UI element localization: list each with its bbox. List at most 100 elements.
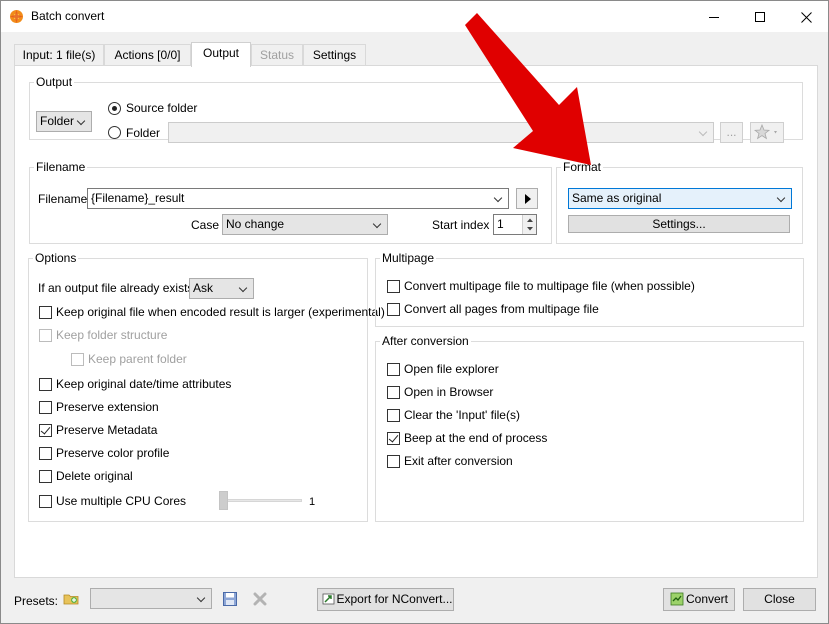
options-group: Options If an output file already exists… bbox=[28, 251, 385, 522]
format-select[interactable]: Same as original bbox=[568, 188, 792, 209]
preserve-metadata-label: Preserve Metadata bbox=[56, 423, 158, 437]
format-settings-button[interactable]: Settings... bbox=[568, 215, 790, 233]
clear-input-files-label: Clear the 'Input' file(s) bbox=[404, 408, 520, 422]
format-group: Format Same as original Settings... bbox=[556, 160, 803, 244]
chevron-down-icon bbox=[196, 589, 208, 608]
multiple-cpu-label: Use multiple CPU Cores bbox=[56, 494, 187, 508]
export-icon bbox=[322, 593, 335, 605]
tab-status: Status bbox=[251, 44, 303, 66]
if-exists-value: Ask bbox=[193, 281, 214, 295]
window-title: Batch convert bbox=[31, 9, 105, 23]
presets-select[interactable] bbox=[90, 588, 212, 609]
multipage-convert-label: Convert multipage file to multipage file… bbox=[404, 279, 695, 293]
save-preset-icon[interactable] bbox=[222, 591, 238, 607]
delete-original-checkbox[interactable] bbox=[39, 470, 52, 483]
multiple-cpu-checkbox[interactable] bbox=[39, 495, 52, 508]
folder-label: Folder bbox=[126, 126, 161, 140]
filename-group-label: Filename bbox=[34, 160, 88, 174]
chevron-down-icon bbox=[372, 215, 384, 234]
output-type-select[interactable]: Folder bbox=[36, 111, 92, 132]
open-preset-folder-icon[interactable] bbox=[63, 590, 81, 608]
beep-at-end-checkbox[interactable] bbox=[387, 432, 400, 445]
options-group-label: Options bbox=[33, 251, 79, 265]
spin-arrows-icon bbox=[527, 218, 533, 231]
spin-buttons[interactable] bbox=[522, 215, 536, 234]
star-icon bbox=[754, 124, 777, 140]
convert-all-pages-checkbox[interactable] bbox=[387, 303, 400, 316]
delete-preset-icon bbox=[252, 591, 268, 607]
start-index-label: Start index bbox=[432, 218, 490, 232]
if-exists-label: If an output file already exists bbox=[38, 281, 194, 295]
app-icon bbox=[9, 9, 24, 24]
multipage-group-label: Multipage bbox=[380, 251, 437, 265]
chevron-down-icon bbox=[493, 189, 505, 208]
cpu-slider-track[interactable] bbox=[222, 499, 302, 502]
minimize-button[interactable] bbox=[691, 1, 737, 32]
tab-input[interactable]: Input: 1 file(s) bbox=[14, 44, 104, 66]
output-group: Output Folder Source folder Folder ... bbox=[29, 75, 803, 143]
favorites-button bbox=[750, 122, 784, 143]
delete-original-label: Delete original bbox=[56, 469, 133, 483]
keep-folder-structure-checkbox bbox=[39, 329, 52, 342]
browse-folder-button: ... bbox=[720, 122, 743, 143]
tab-output[interactable]: Output bbox=[191, 42, 251, 67]
preserve-extension-checkbox[interactable] bbox=[39, 401, 52, 414]
filename-group: Filename Filename {Filename}_result Case… bbox=[29, 160, 552, 244]
clear-input-files-checkbox[interactable] bbox=[387, 409, 400, 422]
open-in-browser-label: Open in Browser bbox=[404, 385, 494, 399]
open-in-browser-checkbox[interactable] bbox=[387, 386, 400, 399]
preserve-color-profile-label: Preserve color profile bbox=[56, 446, 170, 460]
open-file-explorer-label: Open file explorer bbox=[404, 362, 499, 376]
multipage-convert-checkbox[interactable] bbox=[387, 280, 400, 293]
source-folder-radio[interactable] bbox=[108, 102, 121, 115]
keep-date-time-checkbox[interactable] bbox=[39, 378, 52, 391]
multipage-group: Multipage Convert multipage file to mult… bbox=[375, 251, 804, 327]
red-arrow-annotation bbox=[465, 13, 591, 165]
output-tab-panel: Output Folder Source folder Folder ... F… bbox=[14, 65, 818, 578]
beep-at-end-label: Beep at the end of process bbox=[404, 431, 548, 445]
convert-button[interactable]: Convert bbox=[663, 588, 735, 611]
filename-pattern-value: {Filename}_result bbox=[91, 191, 185, 205]
keep-folder-structure-label: Keep folder structure bbox=[56, 328, 168, 342]
insert-variable-button[interactable] bbox=[516, 188, 538, 209]
chevron-down-icon bbox=[76, 112, 88, 131]
close-window-button[interactable] bbox=[783, 1, 829, 32]
preserve-metadata-checkbox[interactable] bbox=[39, 424, 52, 437]
convert-label: Convert bbox=[685, 592, 729, 606]
filename-pattern-input[interactable]: {Filename}_result bbox=[87, 188, 509, 209]
keep-date-time-label: Keep original date/time attributes bbox=[56, 377, 232, 391]
play-arrow-icon bbox=[525, 194, 531, 204]
convert-all-pages-label: Convert all pages from multipage file bbox=[404, 302, 599, 316]
cpu-count-value: 1 bbox=[309, 496, 316, 508]
after-conversion-group-label: After conversion bbox=[380, 334, 471, 348]
case-select[interactable]: No change bbox=[222, 214, 388, 235]
if-exists-select[interactable]: Ask bbox=[189, 278, 254, 299]
keep-original-larger-label: Keep original file when encoded result i… bbox=[56, 305, 385, 319]
convert-icon bbox=[670, 592, 684, 606]
export-nconvert-button[interactable]: Export for NConvert... bbox=[317, 588, 454, 611]
format-value: Same as original bbox=[572, 191, 662, 205]
preserve-extension-label: Preserve extension bbox=[56, 400, 159, 414]
source-folder-label: Source folder bbox=[126, 101, 198, 115]
filename-label: Filename bbox=[38, 192, 88, 206]
presets-label: Presets: bbox=[14, 594, 59, 608]
batch-convert-window: Batch convert Input: 1 file(s) Actions [… bbox=[0, 0, 829, 624]
chevron-down-icon bbox=[776, 189, 788, 208]
folder-radio[interactable] bbox=[108, 126, 121, 139]
export-nconvert-label: Export for NConvert... bbox=[336, 592, 453, 606]
open-file-explorer-checkbox[interactable] bbox=[387, 363, 400, 376]
cpu-slider-thumb[interactable] bbox=[219, 491, 228, 510]
close-button[interactable]: Close bbox=[743, 588, 816, 611]
start-index-value: 1 bbox=[497, 217, 504, 231]
output-type-value: Folder bbox=[40, 114, 75, 128]
chevron-down-icon bbox=[238, 279, 250, 298]
tab-actions[interactable]: Actions [0/0] bbox=[104, 44, 191, 66]
preserve-color-profile-checkbox[interactable] bbox=[39, 447, 52, 460]
tab-settings[interactable]: Settings bbox=[303, 44, 366, 66]
keep-original-larger-checkbox[interactable] bbox=[39, 306, 52, 319]
case-value: No change bbox=[226, 217, 285, 231]
maximize-button[interactable] bbox=[737, 1, 783, 32]
exit-after-conversion-checkbox[interactable] bbox=[387, 455, 400, 468]
start-index-stepper[interactable]: 1 bbox=[493, 214, 537, 235]
keep-parent-folder-checkbox bbox=[71, 353, 84, 366]
